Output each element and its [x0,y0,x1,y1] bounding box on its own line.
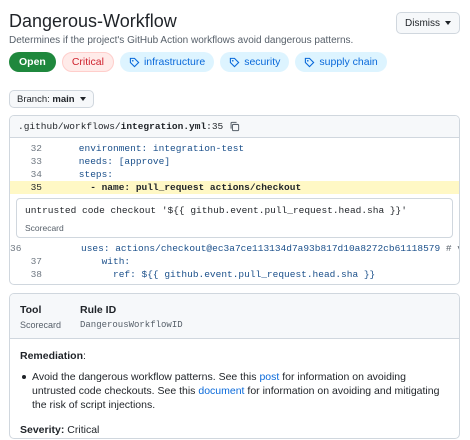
alert-header: Dangerous-Workflow Dismiss [9,10,462,34]
code-line: 36 uses: actions/checkout@ec3a7ce113134d… [10,243,459,254]
inline-alert: untrusted code checkout '${{ github.even… [16,198,453,238]
alert-tool: Scorecard [25,223,64,233]
page-description: Determines if the project's GitHub Actio… [9,35,354,46]
topic-security[interactable]: security [220,52,290,72]
rule-id-value: DangerousWorkflowID [80,320,183,330]
branch-label: Branch: main [17,93,75,105]
caret-down-icon [79,97,86,101]
tag-icon [230,57,240,67]
code-line: 33 needs: [approve] [30,156,171,167]
code-line: 34 steps: [30,169,114,180]
code-line: 38 ref: ${{ github.event.pull_request.he… [30,269,376,280]
label-row: Open Critical infrastructure security su… [9,52,387,72]
tag-icon [129,57,140,67]
branch-value: main [52,93,75,105]
severity-line: Severity: Critical [20,424,100,436]
tag-icon [305,57,315,67]
rule-meta: Tool Scorecard Rule ID DangerousWorkflow… [10,294,459,339]
file-path-bar: .github/workflows/integration.yml:35 [10,116,459,138]
topic-label: infrastructure [143,56,206,68]
topic-supply-chain[interactable]: supply chain [295,52,387,72]
code-line: 37 with: [30,256,131,267]
highlighted-code-line: 35 - name: pull_request actions/checkout [10,181,459,194]
post-link[interactable]: post [259,371,279,383]
remediation-heading: Remediation: [20,350,86,362]
bullet-dot [22,375,26,379]
rule-details: Tool Scorecard Rule ID DangerousWorkflow… [9,293,460,439]
dismiss-label: Dismiss [405,17,440,29]
severity-value: Critical [67,424,100,436]
dismiss-button[interactable]: Dismiss [396,12,460,34]
tool-label: Tool [20,304,42,316]
file-path[interactable]: .github/workflows/integration.yml:35 [18,121,223,132]
rule-id-label: Rule ID [80,304,117,316]
copy-icon[interactable] [229,121,240,132]
topic-infrastructure[interactable]: infrastructure [119,52,215,72]
document-link[interactable]: document [198,385,244,397]
tool-value: Scorecard [20,320,62,330]
branch-selector[interactable]: Branch: main [9,90,94,108]
topic-label: security [244,56,281,68]
page-title: Dangerous-Workflow [9,11,177,31]
code-snippet: .github/workflows/integration.yml:35 32 … [9,115,460,285]
caret-down-icon [445,21,451,25]
alert-message: untrusted code checkout '${{ github.even… [25,205,407,216]
remediation-item: Avoid the dangerous workflow patterns. S… [22,370,452,412]
state-badge: Open [9,52,56,72]
code-line: 32 environment: integration-test [30,143,245,154]
severity-badge: Critical [61,52,114,72]
topic-label: supply chain [319,56,378,68]
